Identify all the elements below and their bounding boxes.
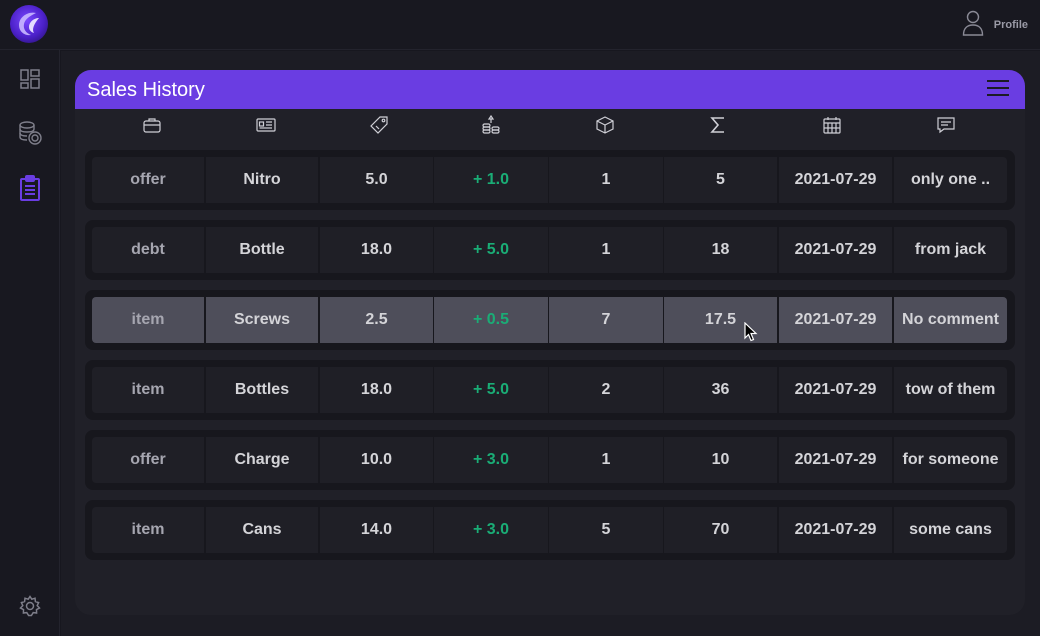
table-row[interactable]: item Bottles 18.0 + 5.0 2 36 2021-07-29 tow of … [85,360,1015,420]
cell-profit: + 0.5 [434,297,548,343]
coins-icon[interactable] [479,113,503,137]
cell-date: 2021-07-29 [779,157,892,203]
cell-total: 18 [664,227,777,273]
dashboard-icon [20,68,40,94]
calendar-icon[interactable] [820,113,844,137]
cell-price: 10.0 [320,437,433,483]
top-bar: Profile [0,0,1040,50]
sigma-icon[interactable] [706,113,730,137]
cell-quantity: 1 [549,437,663,483]
cell-date: 2021-07-29 [779,367,892,413]
table-row[interactable]: item Screws 2.5 + 0.5 7 17.5 2021-07-29 No comm… [85,290,1015,350]
cell-type: debt [92,227,204,273]
cell-date: 2021-07-29 [779,437,892,483]
menu-button[interactable] [987,80,1011,100]
cell-comment: from jack [894,227,1007,273]
cell-date: 2021-07-29 [779,227,892,273]
cell-quantity: 7 [549,297,663,343]
cell-type: item [92,297,204,343]
sidebar [0,50,60,636]
phoenix-logo-icon[interactable] [10,5,48,43]
cell-profit: + 3.0 [434,507,548,553]
sales-history-card: Sales History offer Nitro 5.0 + 1.0 1 5 … [75,70,1025,615]
cell-date: 2021-07-29 [779,297,892,343]
table-row[interactable]: item Cans 14.0 + 3.0 5 70 2021-07-29 some cans [85,500,1015,560]
column-icons [75,113,1025,137]
cell-profit: + 1.0 [434,157,548,203]
box-icon[interactable] [593,113,617,137]
cell-comment: for someone [894,437,1007,483]
clipboard-icon [19,174,41,206]
cell-profit: + 3.0 [434,437,548,483]
cell-price: 18.0 [320,367,433,413]
cell-quantity: 1 [549,227,663,273]
gear-icon [19,594,41,622]
user-icon [962,10,984,41]
hamburger-icon [987,80,1009,82]
cell-type: item [92,367,204,413]
profile-button[interactable]: Profile [962,10,1028,40]
cell-date: 2021-07-29 [779,507,892,553]
sidebar-item-dashboard[interactable] [15,66,45,96]
cell-comment: only one .. [894,157,1007,203]
cell-name: Charge [206,437,318,483]
cell-quantity: 1 [549,157,663,203]
profile-label: Profile [993,19,1028,31]
coins-icon [17,120,43,151]
cell-comment: tow of them [894,367,1007,413]
briefcase-icon[interactable] [140,113,164,137]
main-content: Sales History offer Nitro 5.0 + 1.0 1 5 … [61,51,1040,636]
cell-type: offer [92,437,204,483]
cell-total: 36 [664,367,777,413]
cell-name: Cans [206,507,318,553]
cell-name: Bottle [206,227,318,273]
cell-quantity: 5 [549,507,663,553]
page-title: Sales History [87,79,205,101]
cell-total: 70 [664,507,777,553]
mouse-cursor-icon [744,322,758,342]
cell-quantity: 2 [549,367,663,413]
cell-profit: + 5.0 [434,367,548,413]
cell-price: 14.0 [320,507,433,553]
cell-comment: some cans [894,507,1007,553]
cell-name: Nitro [206,157,318,203]
cell-total: 17.5 [664,297,777,343]
cell-price: 2.5 [320,297,433,343]
cell-total: 10 [664,437,777,483]
card-header: Sales History [75,70,1025,109]
comment-icon[interactable] [934,113,958,137]
cell-name: Bottles [206,367,318,413]
cell-type: offer [92,157,204,203]
cell-price: 5.0 [320,157,433,203]
table-row[interactable]: debt Bottle 18.0 + 5.0 1 18 2021-07-29 from jac… [85,220,1015,280]
cell-profit: + 5.0 [434,227,548,273]
tag-icon[interactable] [367,113,391,137]
cell-type: item [92,507,204,553]
cell-name: Screws [206,297,318,343]
table-row[interactable]: offer Charge 10.0 + 3.0 1 10 2021-07-29 for som… [85,430,1015,490]
sidebar-item-clipboard[interactable] [15,174,45,206]
cell-price: 18.0 [320,227,433,273]
cell-comment: No comment [894,297,1007,343]
id-card-icon[interactable] [254,113,278,137]
settings-button[interactable] [15,593,45,623]
cell-total: 5 [664,157,777,203]
sidebar-item-coins[interactable] [15,120,45,150]
table-row[interactable]: offer Nitro 5.0 + 1.0 1 5 2021-07-29 only one .… [85,150,1015,210]
